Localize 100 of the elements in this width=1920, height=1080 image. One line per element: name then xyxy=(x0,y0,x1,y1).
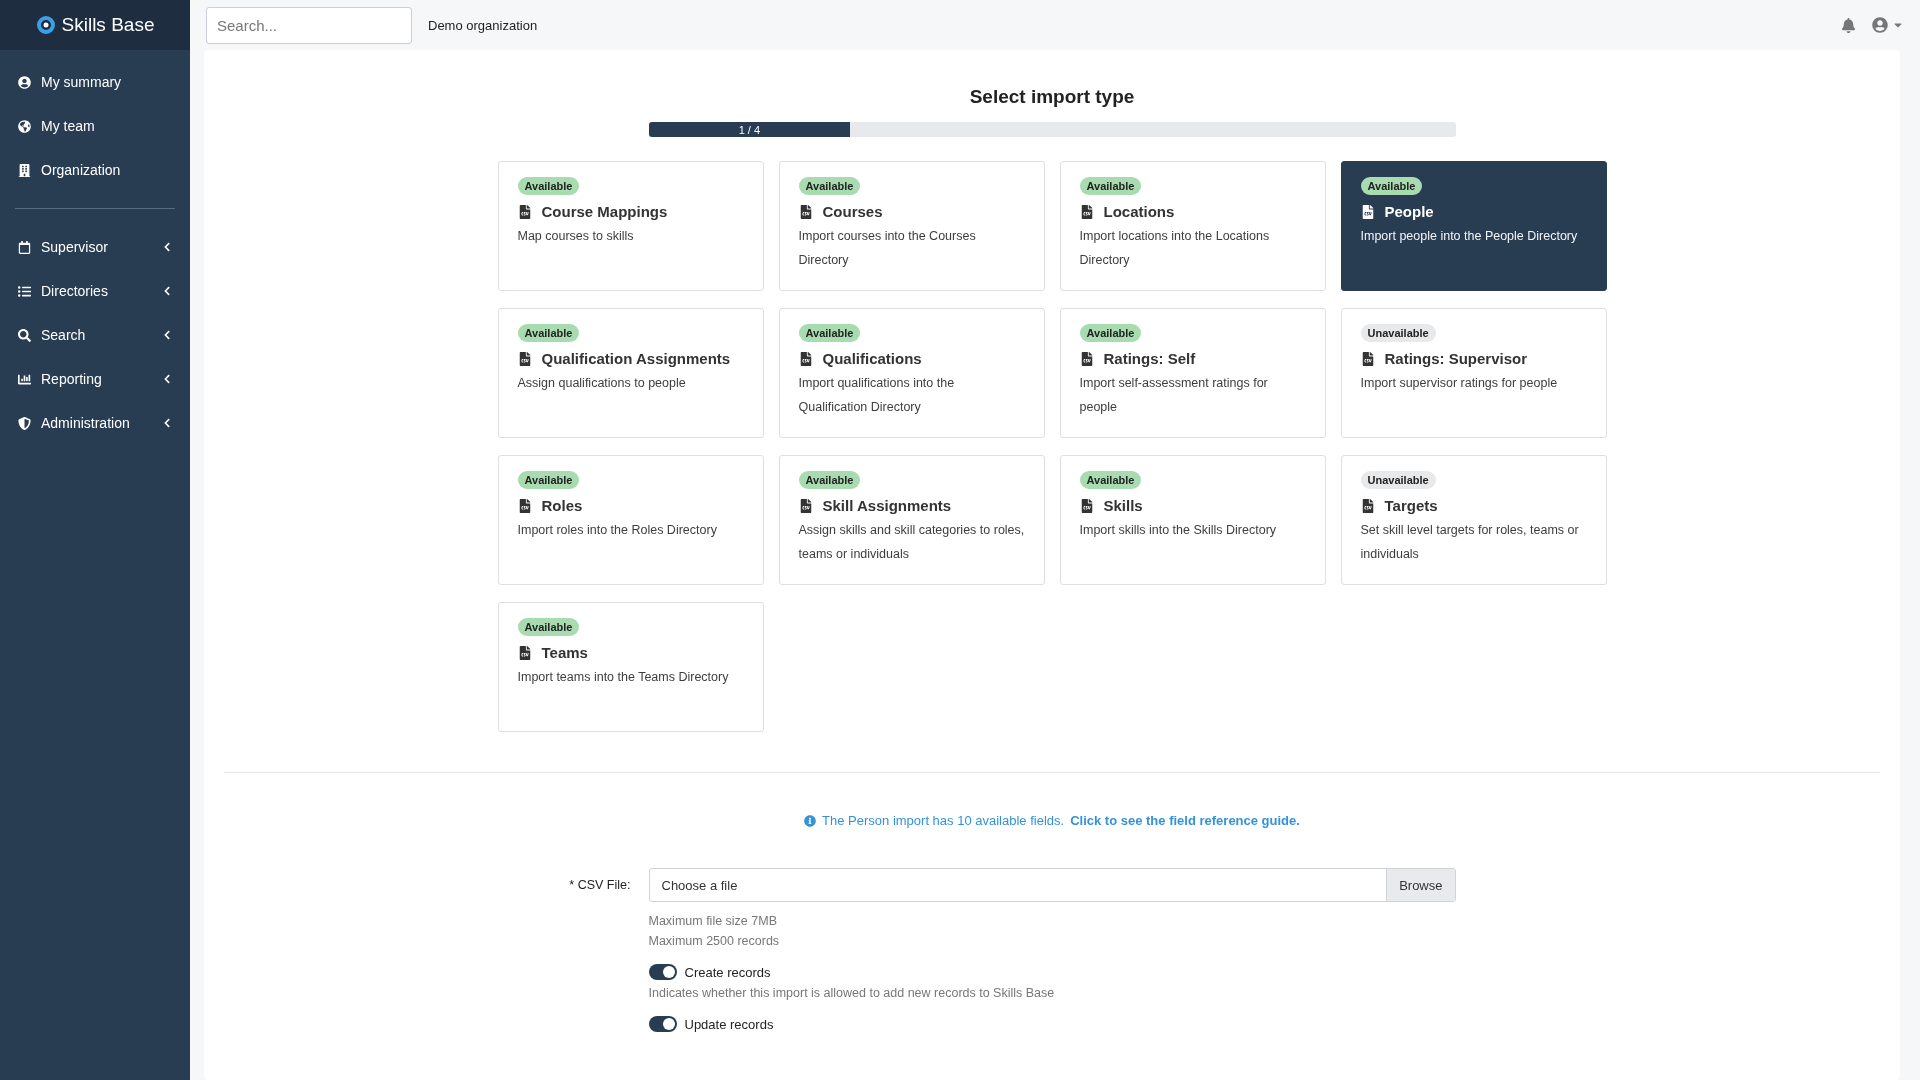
card-title: Roles xyxy=(541,497,583,514)
card-title: Skills xyxy=(1103,497,1143,514)
file-input[interactable]: Choose a file Browse xyxy=(648,868,1456,902)
logo-icon xyxy=(35,15,56,35)
toggle-switch[interactable] xyxy=(648,1016,677,1032)
import-type-card[interactable]: Available Course Mappings Map courses to skills xyxy=(497,161,764,291)
status-badge: Available xyxy=(517,471,580,489)
brand-name: Skills Base xyxy=(61,14,155,36)
card-title: Ratings: Self xyxy=(1103,350,1196,367)
status-badge: Available xyxy=(1079,177,1142,195)
card-title: Qualification Assignments xyxy=(541,350,731,367)
card-title: Skill Assignments xyxy=(822,497,952,514)
toggle-label: Update records xyxy=(684,1016,774,1032)
globe-icon xyxy=(18,119,31,133)
import-type-card[interactable]: Available Qualifications Import qualifications into the Qualification Directory xyxy=(778,308,1045,438)
card-description: Assign skills and skill categories to roles, teams or individuals xyxy=(798,522,1025,563)
csv-file-icon xyxy=(1360,498,1375,513)
card-title: Locations xyxy=(1103,203,1175,220)
list-icon xyxy=(18,284,31,298)
status-badge: Available xyxy=(798,324,861,342)
import-type-card[interactable]: Available Qualification Assignments Assign qualifications to people xyxy=(497,308,764,438)
import-type-card[interactable]: Unavailable Targets Set skill level targets for roles, teams or individuals xyxy=(1340,455,1607,585)
page-title: Select import type xyxy=(969,86,1135,108)
search-icon xyxy=(18,328,31,342)
card-description: Import skills into the Skills Directory xyxy=(1079,522,1278,539)
csv-file-icon xyxy=(798,351,813,366)
toggle-switch[interactable] xyxy=(648,964,677,980)
card-description: Map courses to skills xyxy=(517,228,635,245)
csv-file-icon xyxy=(1360,204,1375,219)
sidebar-item[interactable]: My team xyxy=(0,104,190,148)
csv-file-icon xyxy=(517,351,532,366)
card-description: Import teams into the Teams Directory xyxy=(517,669,730,686)
import-type-card[interactable]: Available People Import people into the People Directory xyxy=(1340,161,1607,291)
sidebar-item[interactable]: Administration xyxy=(0,401,190,445)
csv-file-icon xyxy=(798,498,813,513)
user-icon[interactable] xyxy=(1872,17,1888,33)
sidebar-item[interactable]: Directories xyxy=(0,269,190,313)
browse-button[interactable]: Browse xyxy=(1386,869,1455,901)
card-title: Course Mappings xyxy=(541,203,668,220)
status-badge: Available xyxy=(517,618,580,636)
card-description: Import locations into the Locations Directory xyxy=(1079,228,1271,269)
status-badge: Available xyxy=(517,177,580,195)
csv-file-icon xyxy=(517,645,532,660)
sidebar-item[interactable]: My summary xyxy=(0,60,190,104)
info-text: The Person import has 10 available fields. Click to see the field reference guide. xyxy=(804,813,1300,828)
bar-chart-icon xyxy=(18,372,31,386)
csv-file-icon xyxy=(517,498,532,513)
search-field[interactable]: Search... xyxy=(206,6,412,44)
import-type-card[interactable]: Available Locations Import locations into the Locations Directory xyxy=(1059,161,1326,291)
card-description: Set skill level targets for roles, teams or individuals xyxy=(1360,522,1580,563)
import-type-card[interactable]: Unavailable Ratings: Supervisor Import supervisor ratings for people xyxy=(1340,308,1607,438)
organization-name: Demo organization xyxy=(428,17,539,33)
status-badge: Available xyxy=(1079,471,1142,489)
import-type-card[interactable]: Available Ratings: Self Import self-assessment ratings for people xyxy=(1059,308,1326,438)
card-description: Import qualifications into the Qualification Directory xyxy=(798,375,956,416)
import-type-card[interactable]: Available Skill Assignments Assign skills and skill categories to roles, teams or individuals xyxy=(778,455,1045,585)
card-title: Targets xyxy=(1384,497,1438,514)
card-description: Import roles into the Roles Directory xyxy=(517,522,718,539)
sidebar-item[interactable]: Search xyxy=(0,313,190,357)
card-description: Assign qualifications to people xyxy=(517,375,687,392)
status-badge: Available xyxy=(798,471,861,489)
csv-file-icon xyxy=(1079,351,1094,366)
hint-text: Maximum 2500 records xyxy=(648,934,781,948)
import-type-card[interactable]: Available Roles Import roles into the Roles Directory xyxy=(497,455,764,585)
hint-text: Indicates whether this import is allowed to add new records to Skills Base xyxy=(648,986,1056,1000)
card-description: Import self-assessment ratings for people xyxy=(1079,375,1269,416)
import-type-card[interactable]: Available Teams Import teams into the Teams Directory xyxy=(497,602,764,732)
card-title: People xyxy=(1384,203,1434,220)
shield-icon xyxy=(18,416,31,430)
info-icon xyxy=(804,814,817,827)
card-description: Import supervisor ratings for people xyxy=(1360,375,1559,392)
progress-fill: 1 / 4 xyxy=(648,122,851,137)
card-description: Import courses into the Courses Directory xyxy=(798,228,977,269)
csv-file-icon xyxy=(1360,351,1375,366)
status-badge: Unavailable xyxy=(1360,324,1436,342)
calendar-icon xyxy=(18,240,31,254)
status-badge: Available xyxy=(1079,324,1142,342)
building-icon xyxy=(18,163,31,177)
user-icon xyxy=(18,75,31,89)
sidebar-item[interactable]: Supervisor xyxy=(0,225,190,269)
csv-file-icon xyxy=(798,204,813,219)
card-title: Courses xyxy=(822,203,883,220)
status-badge: Unavailable xyxy=(1360,471,1436,489)
status-badge: Available xyxy=(798,177,861,195)
card-title: Qualifications xyxy=(822,350,922,367)
csv-file-icon xyxy=(517,204,532,219)
field-label: * CSV File: xyxy=(568,878,631,892)
status-badge: Available xyxy=(1360,177,1423,195)
csv-file-icon xyxy=(1079,204,1094,219)
toggle-label: Create records xyxy=(684,964,771,980)
sidebar-item[interactable]: Reporting xyxy=(0,357,190,401)
status-badge: Available xyxy=(517,324,580,342)
sidebar-item[interactable]: Organization xyxy=(0,148,190,192)
import-type-card[interactable]: Available Skills Import skills into the Skills Directory xyxy=(1059,455,1326,585)
csv-file-icon xyxy=(1079,498,1094,513)
card-title: Teams xyxy=(541,644,588,661)
hint-text: Maximum file size 7MB xyxy=(648,914,778,928)
card-title: Ratings: Supervisor xyxy=(1384,350,1528,367)
import-type-card[interactable]: Available Courses Import courses into the Courses Directory xyxy=(778,161,1045,291)
bell-icon[interactable] xyxy=(1841,17,1856,33)
